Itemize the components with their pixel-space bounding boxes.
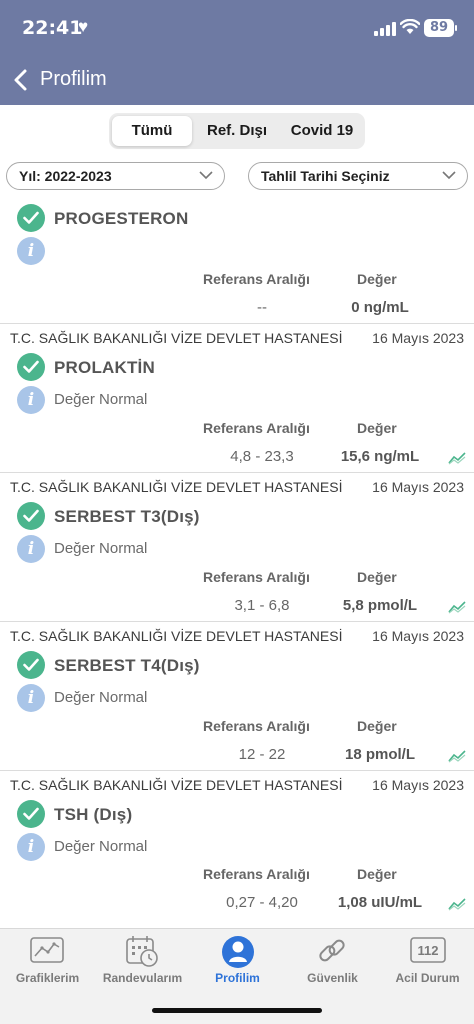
- reference-range: 0,27 - 4,20: [226, 894, 298, 911]
- status-time: 22:41: [22, 17, 83, 39]
- trend-chart-icon[interactable]: [448, 749, 466, 763]
- app-header: 22:41 ♥ 89 Profilim: [0, 0, 474, 105]
- result-date: 16 Mayıs 2023: [372, 777, 464, 793]
- chart-icon: [30, 937, 64, 963]
- reference-header: Referans Aralığı: [203, 569, 310, 585]
- date-select-value: Tahlil Tarihi Seçiniz: [261, 168, 390, 184]
- year-select-value: Yıl: 2022-2023: [19, 168, 112, 184]
- tab-acil-durum[interactable]: 112 Acil Durum: [380, 929, 474, 991]
- chevron-down-icon: [199, 171, 213, 180]
- battery-tip: [455, 25, 457, 31]
- reference-header: Referans Aralığı: [203, 420, 310, 436]
- info-icon[interactable]: i: [17, 386, 45, 414]
- tab-profilim[interactable]: Profilim: [190, 929, 285, 991]
- divider: [0, 770, 474, 771]
- reference-header: Referans Aralığı: [203, 271, 310, 287]
- tab-label: Acil Durum: [395, 971, 460, 985]
- tab-label: Profilim: [215, 971, 260, 985]
- cellular-signal-icon: [374, 22, 396, 36]
- chevron-left-icon[interactable]: [12, 68, 30, 92]
- reference-range: 3,1 - 6,8: [234, 597, 290, 614]
- hospital-name: T.C. SAĞLIK BAKANLIĞI VİZE DEVLET HASTAN…: [10, 777, 343, 793]
- segment-covid[interactable]: Covid 19: [281, 116, 363, 146]
- test-name: SERBEST T4(Dış): [54, 656, 200, 675]
- person-icon: [222, 936, 254, 968]
- trend-chart-icon[interactable]: [448, 600, 466, 614]
- check-circle-icon: [17, 204, 45, 232]
- tab-label: Güvenlik: [307, 971, 358, 985]
- trend-chart-icon[interactable]: [448, 897, 466, 911]
- chevron-down-icon: [442, 171, 456, 180]
- emergency-badge-text: 112: [417, 943, 439, 958]
- status-text: Değer Normal: [54, 391, 148, 408]
- value-header: Değer: [357, 420, 397, 436]
- info-icon[interactable]: i: [17, 833, 45, 861]
- status-text: Değer Normal: [54, 540, 148, 557]
- link-icon: [319, 939, 345, 962]
- result-value: 15,6 ng/mL: [340, 448, 420, 465]
- result-date: 16 Mayıs 2023: [372, 479, 464, 495]
- info-icon[interactable]: i: [17, 684, 45, 712]
- trend-chart-icon[interactable]: [448, 451, 466, 465]
- result-value: 1,08 uIU/mL: [337, 894, 423, 911]
- tab-label: Randevularım: [102, 971, 183, 985]
- reference-range: 12 - 22: [238, 746, 286, 763]
- check-circle-icon: [17, 800, 45, 828]
- test-name: TSH (Dış): [54, 805, 133, 824]
- status-text: Değer Normal: [54, 689, 148, 706]
- reference-range: 4,8 - 23,3: [230, 448, 294, 465]
- date-select[interactable]: Tahlil Tarihi Seçiniz: [248, 162, 468, 190]
- divider: [0, 472, 474, 473]
- test-name: PROGESTERON: [54, 209, 189, 228]
- status-text: Değer Normal: [54, 838, 148, 855]
- value-header: Değer: [357, 718, 397, 734]
- hospital-name: T.C. SAĞLIK BAKANLIĞI VİZE DEVLET HASTAN…: [10, 330, 343, 346]
- year-select[interactable]: Yıl: 2022-2023: [6, 162, 225, 190]
- nav-bar: Profilim: [0, 56, 474, 105]
- segment-out-of-range[interactable]: Ref. Dışı: [195, 116, 279, 146]
- result-value: 0 ng/mL: [351, 299, 409, 316]
- segment-all[interactable]: Tümü: [112, 116, 192, 146]
- test-name: SERBEST T3(Dış): [54, 507, 200, 526]
- battery-indicator: 89: [424, 19, 454, 37]
- value-header: Değer: [357, 569, 397, 585]
- reference-header: Referans Aralığı: [203, 866, 310, 882]
- divider: [0, 323, 474, 324]
- tab-label: Grafiklerim: [15, 971, 80, 985]
- check-circle-icon: [17, 353, 45, 381]
- result-value: 18 pmol/L: [344, 746, 415, 763]
- result-date: 16 Mayıs 2023: [372, 628, 464, 644]
- test-name: PROLAKTİN: [54, 358, 155, 377]
- hospital-name: T.C. SAĞLIK BAKANLIĞI VİZE DEVLET HASTAN…: [10, 479, 343, 495]
- check-circle-icon: [17, 651, 45, 679]
- tab-guvenlik[interactable]: Güvenlik: [285, 929, 380, 991]
- result-value: 5,8 pmol/L: [342, 597, 418, 614]
- result-date: 16 Mayıs 2023: [372, 330, 464, 346]
- filter-segmented-control: Tümü Ref. Dışı Covid 19: [109, 113, 365, 149]
- info-icon[interactable]: i: [17, 237, 45, 265]
- calendar-clock-icon: [126, 936, 158, 967]
- check-circle-icon: [17, 502, 45, 530]
- tab-grafiklerim[interactable]: Grafiklerim: [0, 929, 95, 991]
- page-title: Profilim: [40, 68, 107, 90]
- reference-header: Referans Aralığı: [203, 718, 310, 734]
- wifi-icon: [400, 19, 420, 34]
- home-indicator: [152, 1008, 322, 1013]
- info-icon[interactable]: i: [17, 535, 45, 563]
- reference-range: --: [257, 299, 267, 316]
- hospital-name: T.C. SAĞLIK BAKANLIĞI VİZE DEVLET HASTAN…: [10, 628, 343, 644]
- heart-icon: ♥: [78, 17, 89, 36]
- value-header: Değer: [357, 866, 397, 882]
- status-bar: 22:41 ♥ 89: [0, 0, 474, 56]
- tab-randevularim[interactable]: Randevularım: [95, 929, 190, 991]
- divider: [0, 621, 474, 622]
- value-header: Değer: [357, 271, 397, 287]
